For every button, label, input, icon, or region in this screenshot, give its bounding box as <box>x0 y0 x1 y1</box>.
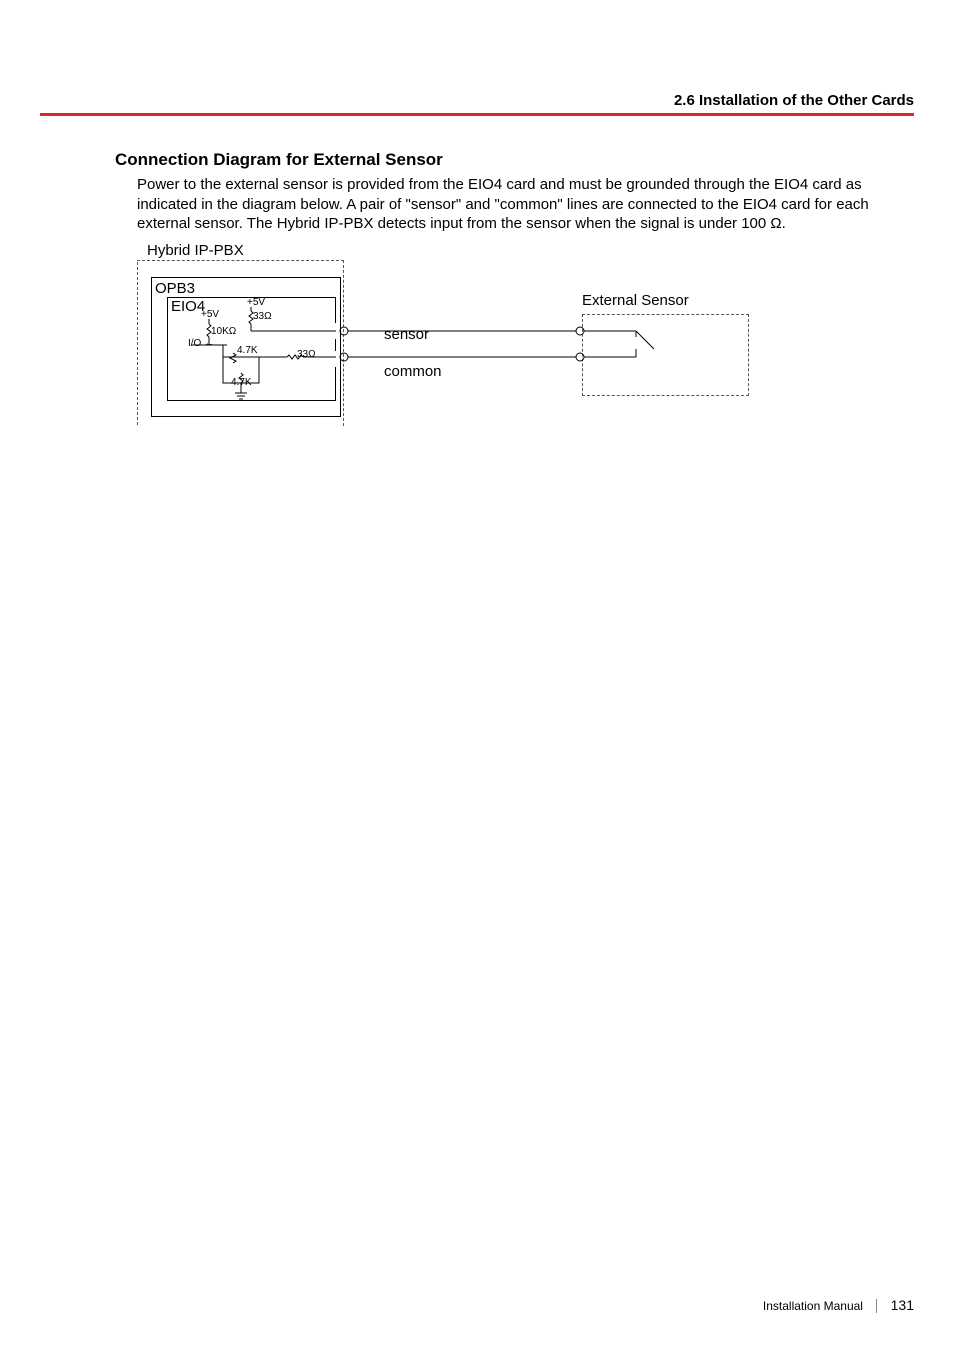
page: 2.6 Installation of the Other Cards Conn… <box>0 0 954 1351</box>
hybrid-ipbx-box-left <box>137 262 138 425</box>
plus5v-left: +5V <box>201 309 219 320</box>
r-33-top: 33Ω <box>253 311 272 322</box>
opb3-label: OPB3 <box>155 280 195 297</box>
plus5v-right: +5V <box>247 297 265 308</box>
footer-manual: Installation Manual <box>763 1299 863 1313</box>
r-33-series: 33Ω <box>297 349 316 360</box>
running-head: 2.6 Installation of the Other Cards <box>674 92 914 109</box>
sensor-line-label: sensor <box>384 326 429 343</box>
page-number: 131 <box>891 1297 914 1313</box>
r-4.7k-a: 4.7K <box>237 345 258 356</box>
io-label: I/O ← <box>188 338 214 349</box>
page-footer: Installation Manual 131 <box>763 1297 914 1313</box>
header-rule <box>40 113 914 116</box>
r-10k: 10KΩ <box>211 326 236 337</box>
connection-diagram: Hybrid IP-PBX External Sensor OPB3 EIO4 <box>137 242 757 427</box>
section-title: Connection Diagram for External Sensor <box>115 150 443 170</box>
r-4.7k-b: 4.7K <box>231 377 252 388</box>
common-line-label: common <box>384 363 442 380</box>
wire-lines <box>336 297 756 407</box>
footer-separator <box>876 1299 877 1313</box>
section-body: Power to the external sensor is provided… <box>137 175 914 234</box>
hybrid-ipbx-label: Hybrid IP-PBX <box>147 242 244 259</box>
